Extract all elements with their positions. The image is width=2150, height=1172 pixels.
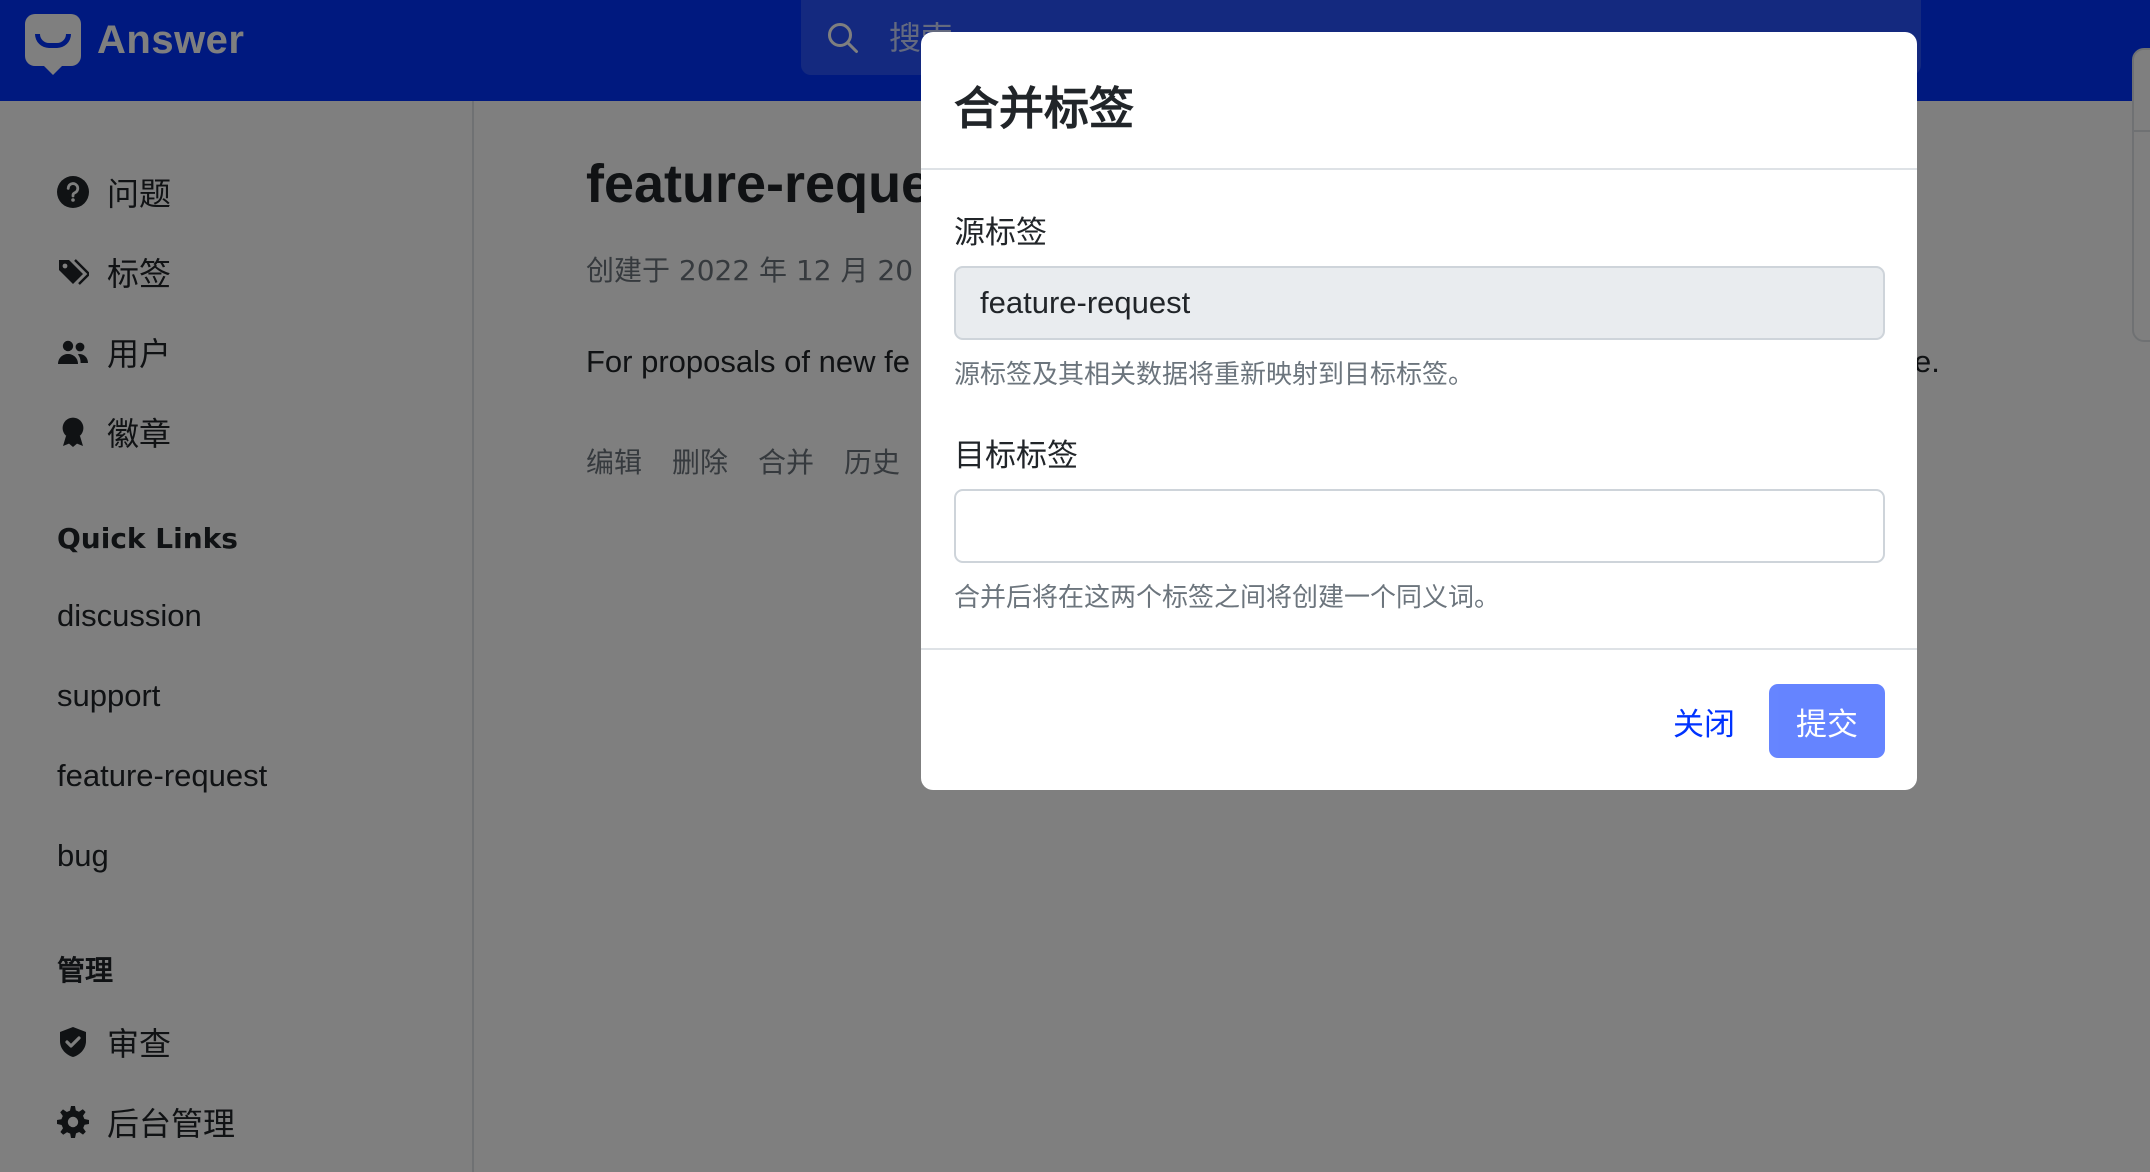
source-tag-help: 源标签及其相关数据将重新映射到目标标签。 — [954, 360, 1475, 390]
source-tag-field — [954, 266, 1885, 340]
app-root: Answer 问题 标签 — [0, 0, 2150, 1172]
source-tag-label: 源标签 — [954, 215, 1047, 251]
submit-button[interactable]: 提交 — [1769, 684, 1885, 758]
dialog-header: 合并标签 — [921, 32, 1917, 170]
merge-tag-dialog: 合并标签 源标签 源标签及其相关数据将重新映射到目标标签。 目标标签 合并后将在… — [921, 32, 1917, 790]
target-tag-help: 合并后将在这两个标签之间将创建一个同义词。 — [954, 583, 1501, 613]
dialog-footer: 关闭 提交 — [921, 648, 1917, 790]
dialog-title: 合并标签 — [954, 82, 1135, 135]
close-button[interactable]: 关闭 — [1659, 684, 1749, 758]
target-tag-label: 目标标签 — [954, 438, 1078, 474]
target-tag-field[interactable] — [954, 489, 1885, 563]
